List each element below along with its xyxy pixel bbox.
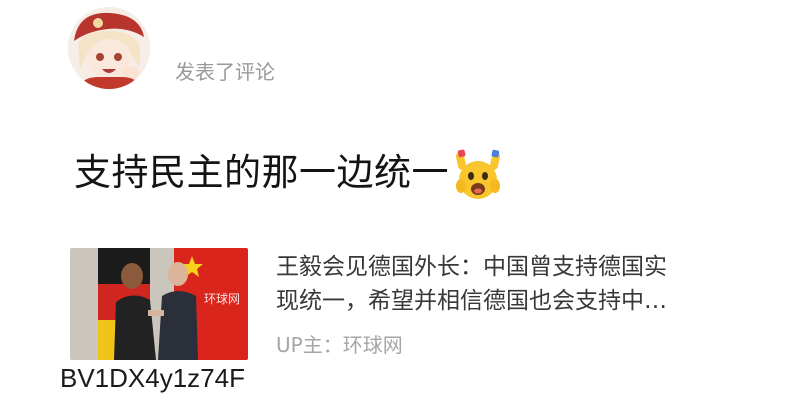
thumbnail-watermark: 环球网 xyxy=(204,292,241,306)
uploader-label: UP主： xyxy=(276,333,343,357)
scared-face-emoji-icon xyxy=(455,149,501,199)
bv-id-text: BV1DX4y1z74F xyxy=(60,363,245,393)
uploader-name: 环球网 xyxy=(342,333,403,357)
comment-text: 支持民主的那一边统一 xyxy=(74,151,449,194)
uploader-info[interactable]: UP主：环球网 xyxy=(276,331,403,359)
video-title[interactable]: 王毅会见德国外长：中国曾支持德国实 现统一，希望并相信德国也会支持中… xyxy=(276,250,746,318)
video-title-line-2: 现统一，希望并相信德国也会支持中… xyxy=(276,288,667,314)
video-thumbnail[interactable]: 环球网 xyxy=(70,248,248,360)
comment-line: 支持民主的那一边统一 xyxy=(74,146,505,200)
avatar-image xyxy=(68,7,150,89)
user-avatar[interactable] xyxy=(68,7,150,89)
video-title-line-1: 王毅会见德国外长：中国曾支持德国实 xyxy=(276,254,667,280)
post-action-text: 发表了评论 xyxy=(175,60,275,84)
